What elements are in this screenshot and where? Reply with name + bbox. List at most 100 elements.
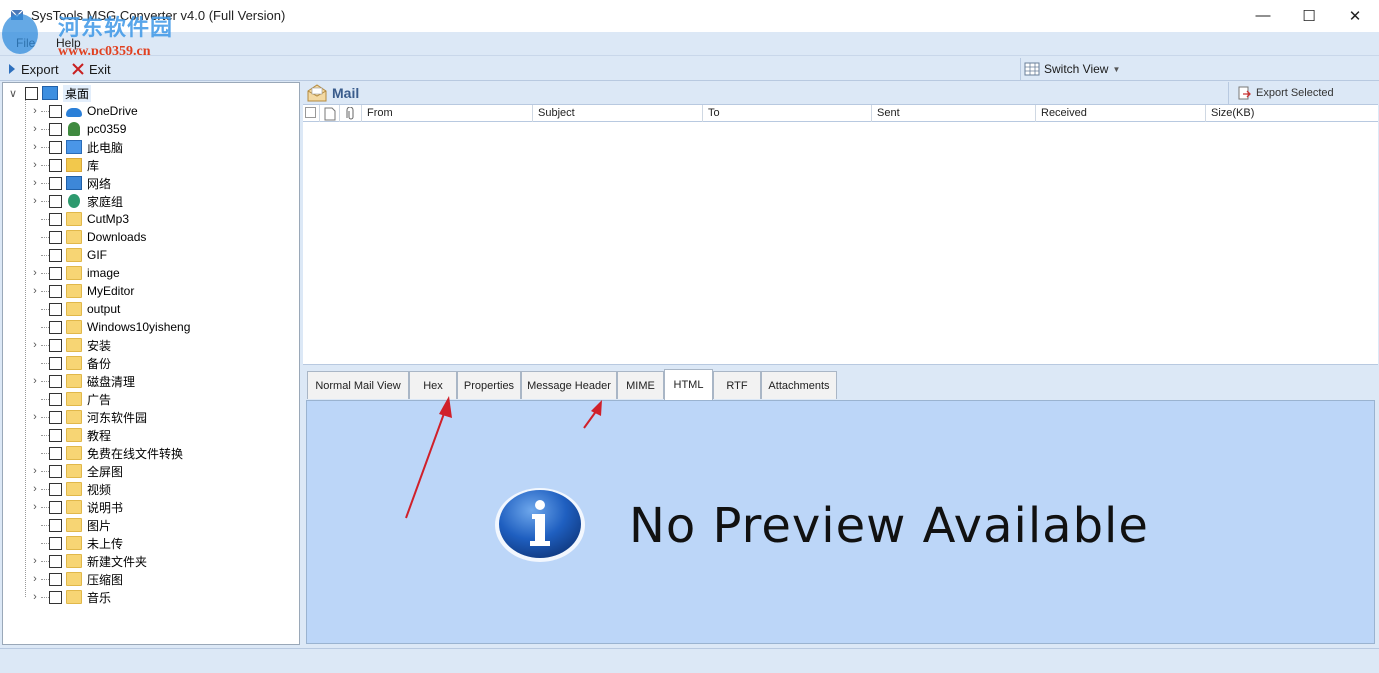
tree-item-checkbox[interactable]	[49, 554, 62, 568]
tree-item-checkbox[interactable]	[49, 446, 62, 460]
tree-item[interactable]: 未上传	[29, 534, 123, 552]
tree-item-checkbox[interactable]	[49, 482, 62, 496]
chevron-right-icon[interactable]: ›	[29, 483, 41, 495]
tree-item[interactable]: CutMp3	[29, 210, 129, 228]
tab-hex[interactable]: Hex	[409, 371, 457, 399]
tree-item-checkbox[interactable]	[49, 284, 62, 298]
minimize-button[interactable]: —	[1240, 0, 1286, 31]
tree-item[interactable]: › 安装	[29, 336, 111, 354]
tree-item-checkbox[interactable]	[49, 572, 62, 586]
tree-item[interactable]: › MyEditor	[29, 282, 134, 300]
select-all-checkbox[interactable]	[305, 107, 316, 118]
chevron-right-icon[interactable]: ›	[29, 123, 41, 135]
tree-item[interactable]: 免费在线文件转换	[29, 444, 183, 462]
column-size[interactable]: Size(KB)	[1206, 105, 1378, 122]
close-button[interactable]: ✕	[1332, 0, 1378, 31]
tree-item-checkbox[interactable]	[49, 320, 62, 334]
tree-item-checkbox[interactable]	[49, 194, 62, 208]
tree-item[interactable]: Downloads	[29, 228, 146, 246]
column-to[interactable]: To	[703, 105, 872, 122]
column-received[interactable]: Received	[1036, 105, 1206, 122]
tree-item-checkbox[interactable]	[49, 302, 62, 316]
chevron-right-icon[interactable]: ›	[29, 573, 41, 585]
tree-item-checkbox[interactable]	[49, 212, 62, 226]
tree-item[interactable]: › 说明书	[29, 498, 123, 516]
tab-mime[interactable]: MIME	[617, 371, 664, 399]
tree-item[interactable]: › 视频	[29, 480, 111, 498]
tree-item[interactable]: 广告	[29, 390, 111, 408]
chevron-right-icon[interactable]: ›	[29, 177, 41, 189]
folder-tree[interactable]: ∨ 桌面 › OneDrive › pc0359 › 此电脑 › 库 › 网络 › 家庭组 CutMp3…	[2, 82, 300, 645]
tree-item[interactable]: › 河东软件园	[29, 408, 147, 426]
tab-attachments[interactable]: Attachments	[761, 371, 837, 399]
mail-list[interactable]	[303, 122, 1378, 365]
tree-item[interactable]: Windows10yisheng	[29, 318, 190, 336]
tree-item-checkbox[interactable]	[49, 518, 62, 532]
tree-item-checkbox[interactable]	[49, 392, 62, 406]
tree-item-checkbox[interactable]	[49, 590, 62, 604]
chevron-right-icon[interactable]: ›	[29, 591, 41, 603]
chevron-right-icon[interactable]: ›	[29, 375, 41, 387]
tree-item[interactable]: 教程	[29, 426, 111, 444]
tree-item[interactable]: › 全屏图	[29, 462, 123, 480]
tree-item-checkbox[interactable]	[49, 122, 62, 136]
tree-item-checkbox[interactable]	[49, 500, 62, 514]
tree-item-checkbox[interactable]	[49, 464, 62, 478]
tree-root-checkbox[interactable]	[25, 86, 38, 100]
chevron-right-icon[interactable]: ›	[29, 195, 41, 207]
attachment-column[interactable]	[340, 105, 362, 122]
chevron-down-icon[interactable]: ∨	[7, 87, 19, 100]
tree-item[interactable]: › 音乐	[29, 588, 111, 606]
switch-view-button[interactable]: Switch View ▼	[1020, 58, 1378, 80]
tree-item-checkbox[interactable]	[49, 266, 62, 280]
tree-item[interactable]: › image	[29, 264, 120, 282]
menu-help[interactable]: Help	[56, 36, 81, 50]
chevron-right-icon[interactable]: ›	[29, 285, 41, 297]
tree-item[interactable]: output	[29, 300, 120, 318]
tree-item-checkbox[interactable]	[49, 536, 62, 550]
tree-item-checkbox[interactable]	[49, 230, 62, 244]
export-button[interactable]: Export	[8, 60, 59, 78]
tree-item[interactable]: › OneDrive	[29, 102, 138, 120]
tree-item-checkbox[interactable]	[49, 176, 62, 190]
tree-item-checkbox[interactable]	[49, 248, 62, 262]
tree-item-checkbox[interactable]	[49, 410, 62, 424]
tree-item-checkbox[interactable]	[49, 104, 62, 118]
tree-item[interactable]: GIF	[29, 246, 107, 264]
column-from[interactable]: From	[362, 105, 533, 122]
maximize-button[interactable]: ☐	[1286, 0, 1332, 31]
tree-root[interactable]: ∨ 桌面	[7, 84, 92, 102]
tab-html[interactable]: HTML	[664, 369, 713, 400]
chevron-right-icon[interactable]: ›	[29, 411, 41, 423]
tree-item-checkbox[interactable]	[49, 338, 62, 352]
chevron-right-icon[interactable]: ›	[29, 501, 41, 513]
column-sent[interactable]: Sent	[872, 105, 1036, 122]
tree-item[interactable]: › pc0359	[29, 120, 126, 138]
tab-message-header[interactable]: Message Header	[521, 371, 617, 399]
menu-file[interactable]: File	[16, 36, 35, 50]
tree-item[interactable]: › 磁盘清理	[29, 372, 135, 390]
tree-item[interactable]: 图片	[29, 516, 111, 534]
tree-item[interactable]: › 新建文件夹	[29, 552, 147, 570]
chevron-right-icon[interactable]: ›	[29, 141, 41, 153]
chevron-right-icon[interactable]: ›	[29, 159, 41, 171]
select-all-column[interactable]	[303, 105, 320, 122]
tree-item-checkbox[interactable]	[49, 140, 62, 154]
tree-item-checkbox[interactable]	[49, 356, 62, 370]
tree-item-checkbox[interactable]	[49, 374, 62, 388]
tree-item[interactable]: 备份	[29, 354, 111, 372]
tree-item[interactable]: › 库	[29, 156, 99, 174]
chevron-right-icon[interactable]: ›	[29, 339, 41, 351]
exit-button[interactable]: Exit	[72, 60, 111, 78]
tree-item[interactable]: › 网络	[29, 174, 111, 192]
column-subject[interactable]: Subject	[533, 105, 703, 122]
tab-normal-mail-view[interactable]: Normal Mail View	[307, 371, 409, 399]
tree-item[interactable]: › 压缩图	[29, 570, 123, 588]
tree-item-checkbox[interactable]	[49, 158, 62, 172]
tab-rtf[interactable]: RTF	[713, 371, 761, 399]
chevron-right-icon[interactable]: ›	[29, 267, 41, 279]
tab-properties[interactable]: Properties	[457, 371, 521, 399]
document-column[interactable]	[320, 105, 340, 122]
chevron-right-icon[interactable]: ›	[29, 465, 41, 477]
tree-item[interactable]: › 家庭组	[29, 192, 123, 210]
